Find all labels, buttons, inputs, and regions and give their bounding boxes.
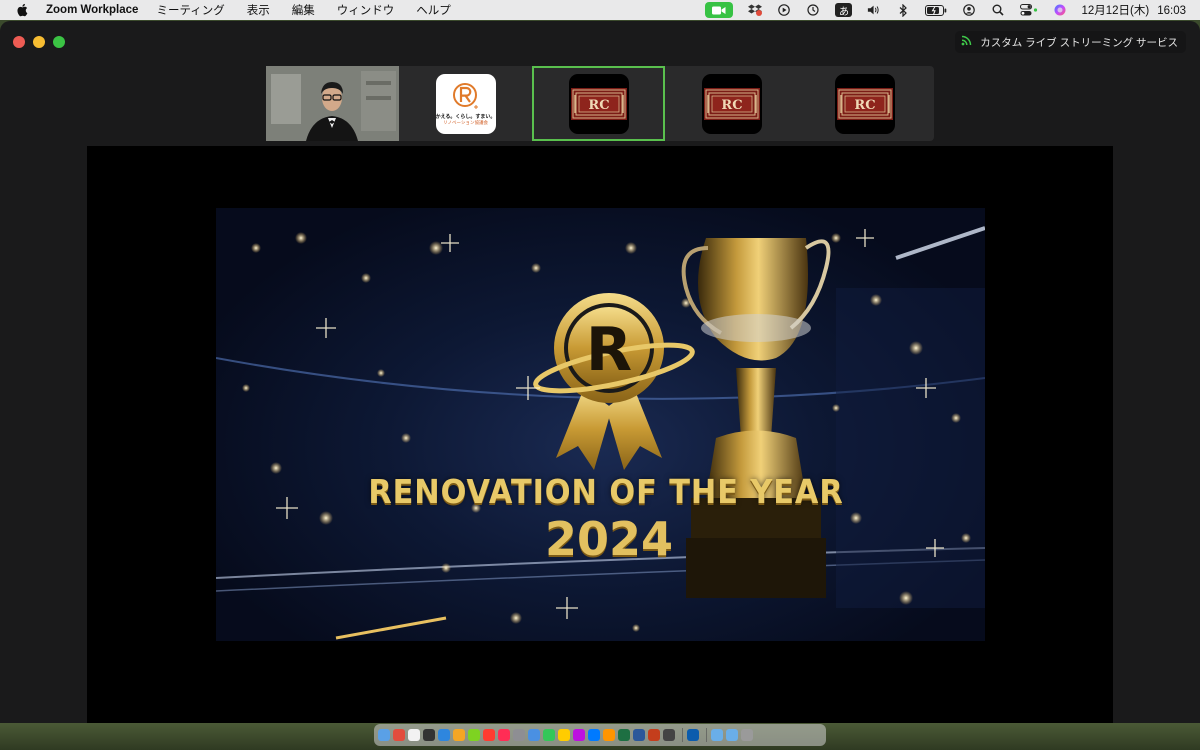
svg-text:RC: RC <box>588 98 609 113</box>
battery-icon[interactable] <box>925 4 947 16</box>
registered-r-icon <box>452 83 478 109</box>
dock-app-icon[interactable] <box>663 729 675 741</box>
rc-logo-icon: RC <box>570 87 627 120</box>
dock-app-icon[interactable] <box>603 729 615 741</box>
dock-app-icon[interactable] <box>423 729 435 741</box>
video-camera-icon[interactable] <box>705 2 734 18</box>
dock-app-icon[interactable] <box>558 729 570 741</box>
svg-text:RC: RC <box>721 98 742 113</box>
play-circle-icon[interactable] <box>777 4 791 16</box>
apple-menu-icon[interactable] <box>16 3 32 17</box>
dock-separator <box>682 728 683 742</box>
rc-logo: RC <box>568 73 629 134</box>
window-controls <box>13 36 73 48</box>
dock-app-icon[interactable] <box>378 729 390 741</box>
renovation-council-logo: かえる。くらし。すまい。 リノベーション協議会 <box>435 73 496 134</box>
dock-separator <box>706 728 707 742</box>
folder-icon[interactable] <box>726 729 738 741</box>
award-background: R <box>216 226 985 640</box>
dock-app-icon[interactable] <box>408 729 420 741</box>
dock <box>374 724 826 746</box>
live-streaming-indicator[interactable]: カスタム ライブ ストリーミング サービス <box>955 31 1186 53</box>
dock-app-icon[interactable] <box>543 729 555 741</box>
menu-bar: Zoom Workplace ミーティング 表示 編集 ウィンドウ ヘルプ あ <box>0 0 1200 20</box>
participant-rc-tile[interactable]: RC <box>798 66 931 141</box>
rc-logo-icon: RC <box>703 87 760 120</box>
svg-text:R: R <box>586 315 632 385</box>
logo-org-name: リノベーション協議会 <box>443 120 488 125</box>
dock-app-icon[interactable] <box>588 729 600 741</box>
participant-strip: かえる。くらし。すまい。 リノベーション協議会 RC RC RC <box>266 66 934 141</box>
participant-rc-tile-active[interactable]: RC <box>532 66 665 141</box>
dock-app-icon[interactable] <box>498 729 510 741</box>
clock-time: 16:03 <box>1157 5 1186 17</box>
dock-app-icon[interactable] <box>528 729 540 741</box>
dock-app-icon[interactable] <box>618 729 630 741</box>
shared-screen-area[interactable]: R RENOVATION OF THE YEAR 2024 <box>87 146 1113 723</box>
dock-app-icon[interactable] <box>438 729 450 741</box>
dock-app-icon[interactable] <box>573 729 585 741</box>
close-window-button[interactable] <box>13 36 25 48</box>
dock-app-icon[interactable] <box>513 729 525 741</box>
clock-date: 12月12日(木) <box>1081 5 1150 17</box>
status-area: あ 12月12日(木) 16:03 <box>705 0 1186 20</box>
menu-help[interactable]: ヘルプ <box>416 2 451 18</box>
award-year: 2024 <box>544 512 673 566</box>
zoom-meeting-window: カスタム ライブ ストリーミング サービス かえる。くらし。すまい。 リノベーシ… <box>0 21 1200 723</box>
trash-icon[interactable] <box>741 729 753 741</box>
menu-view[interactable]: 表示 <box>247 2 270 18</box>
award-title: RENOVATION OF THE YEAR <box>368 472 844 511</box>
dock-app-icon[interactable] <box>393 729 405 741</box>
siri-icon[interactable] <box>1053 4 1067 16</box>
time-machine-icon[interactable] <box>806 4 820 16</box>
live-stream-icon <box>961 35 972 49</box>
logo-tagline: かえる。くらし。すまい。 <box>435 114 496 120</box>
participant-rc-tile[interactable]: RC <box>665 66 798 141</box>
input-method-indicator[interactable]: あ <box>835 3 853 18</box>
app-name-menu[interactable]: Zoom Workplace <box>46 4 138 16</box>
dock-app-icon[interactable] <box>633 729 645 741</box>
menu-window[interactable]: ウィンドウ <box>337 2 395 18</box>
award-slide: R RENOVATION OF THE YEAR 2024 <box>216 208 985 641</box>
rc-logo: RC <box>701 73 762 134</box>
user-account-icon[interactable] <box>962 4 976 16</box>
volume-icon[interactable] <box>867 4 881 16</box>
dropbox-icon[interactable] <box>748 4 763 16</box>
dock-app-icon[interactable] <box>453 729 465 741</box>
menu-meeting[interactable]: ミーティング <box>156 2 224 18</box>
live-streaming-label: カスタム ライブ ストリーミング サービス <box>980 36 1178 49</box>
menu-edit[interactable]: 編集 <box>292 2 315 18</box>
minimize-window-button[interactable] <box>33 36 45 48</box>
spotlight-search-icon[interactable] <box>991 4 1005 16</box>
dock-app-icon[interactable] <box>648 729 660 741</box>
participant-logo-tile[interactable]: かえる。くらし。すまい。 リノベーション協議会 <box>399 66 532 141</box>
control-center-icon[interactable] <box>1020 4 1038 16</box>
dock-app-icon[interactable] <box>483 729 495 741</box>
dock-app-icon[interactable] <box>687 729 699 741</box>
zoom-window-button[interactable] <box>53 36 65 48</box>
rc-logo: RC <box>834 73 895 134</box>
menu-clock[interactable]: 12月12日(木) 16:03 <box>1081 2 1186 18</box>
svg-text:RC: RC <box>854 98 875 113</box>
dock-app-icon[interactable] <box>468 729 480 741</box>
folder-icon[interactable] <box>711 729 723 741</box>
rc-logo-icon: RC <box>836 87 893 120</box>
participant-video-tile[interactable] <box>266 66 399 141</box>
bluetooth-icon[interactable] <box>896 3 910 17</box>
person-video-icon <box>266 66 399 141</box>
